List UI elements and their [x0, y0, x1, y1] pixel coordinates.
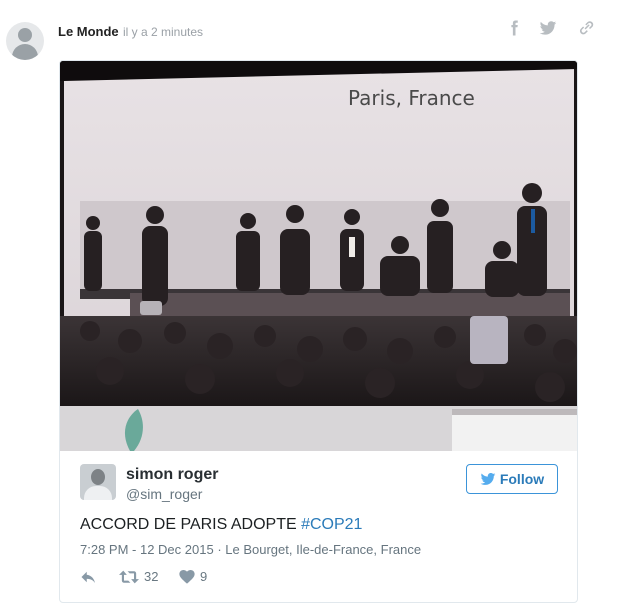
- post-header: Le Monde il y a 2 minutes: [0, 0, 619, 60]
- heart-icon: [179, 569, 195, 584]
- tweet-text: ACCORD DE PARIS ADOPTE #COP21: [80, 516, 362, 534]
- author-avatar[interactable]: [6, 22, 44, 60]
- follow-label: Follow: [499, 471, 545, 487]
- retweet-button[interactable]: 32: [119, 569, 158, 584]
- reply-icon: [81, 571, 95, 583]
- hashtag-link[interactable]: #COP21: [301, 516, 362, 533]
- twitter-share-button[interactable]: [538, 18, 558, 38]
- link-icon: [579, 21, 594, 35]
- meta-separator: ·: [213, 542, 226, 557]
- author-name[interactable]: Le Monde: [58, 24, 119, 39]
- tweet-location[interactable]: Le Bourget, Ile-de-France, France: [225, 542, 421, 557]
- user-name[interactable]: simon roger: [126, 466, 218, 484]
- post-time: il y a 2 minutes: [123, 25, 204, 39]
- facebook-icon: [511, 20, 518, 36]
- tweet-photo[interactable]: Paris, France: [60, 61, 577, 451]
- user-avatar[interactable]: [80, 464, 116, 500]
- retweet-count: 32: [144, 569, 159, 584]
- tweet-body: ACCORD DE PARIS ADOPTE: [80, 516, 302, 533]
- screen-caption: Paris, France: [348, 86, 475, 110]
- like-button[interactable]: 9: [179, 569, 207, 584]
- reply-button[interactable]: [80, 569, 98, 585]
- user-handle[interactable]: @sim_roger: [126, 486, 202, 502]
- retweet-icon: [119, 570, 139, 583]
- follow-button[interactable]: Follow: [466, 464, 558, 494]
- tweet-timestamp[interactable]: 7:28 PM - 12 Dec 2015: [80, 542, 214, 557]
- twitter-icon: [539, 21, 557, 35]
- embedded-tweet: Paris, France simon roger @sim_roger Fol…: [59, 60, 578, 603]
- like-count: 9: [200, 569, 208, 584]
- twitter-bird-icon: [480, 473, 496, 485]
- link-share-button[interactable]: [576, 18, 596, 38]
- facebook-share-button[interactable]: [504, 18, 524, 38]
- tweet-meta: 7:28 PM - 12 Dec 2015 · Le Bourget, Ile-…: [80, 542, 421, 557]
